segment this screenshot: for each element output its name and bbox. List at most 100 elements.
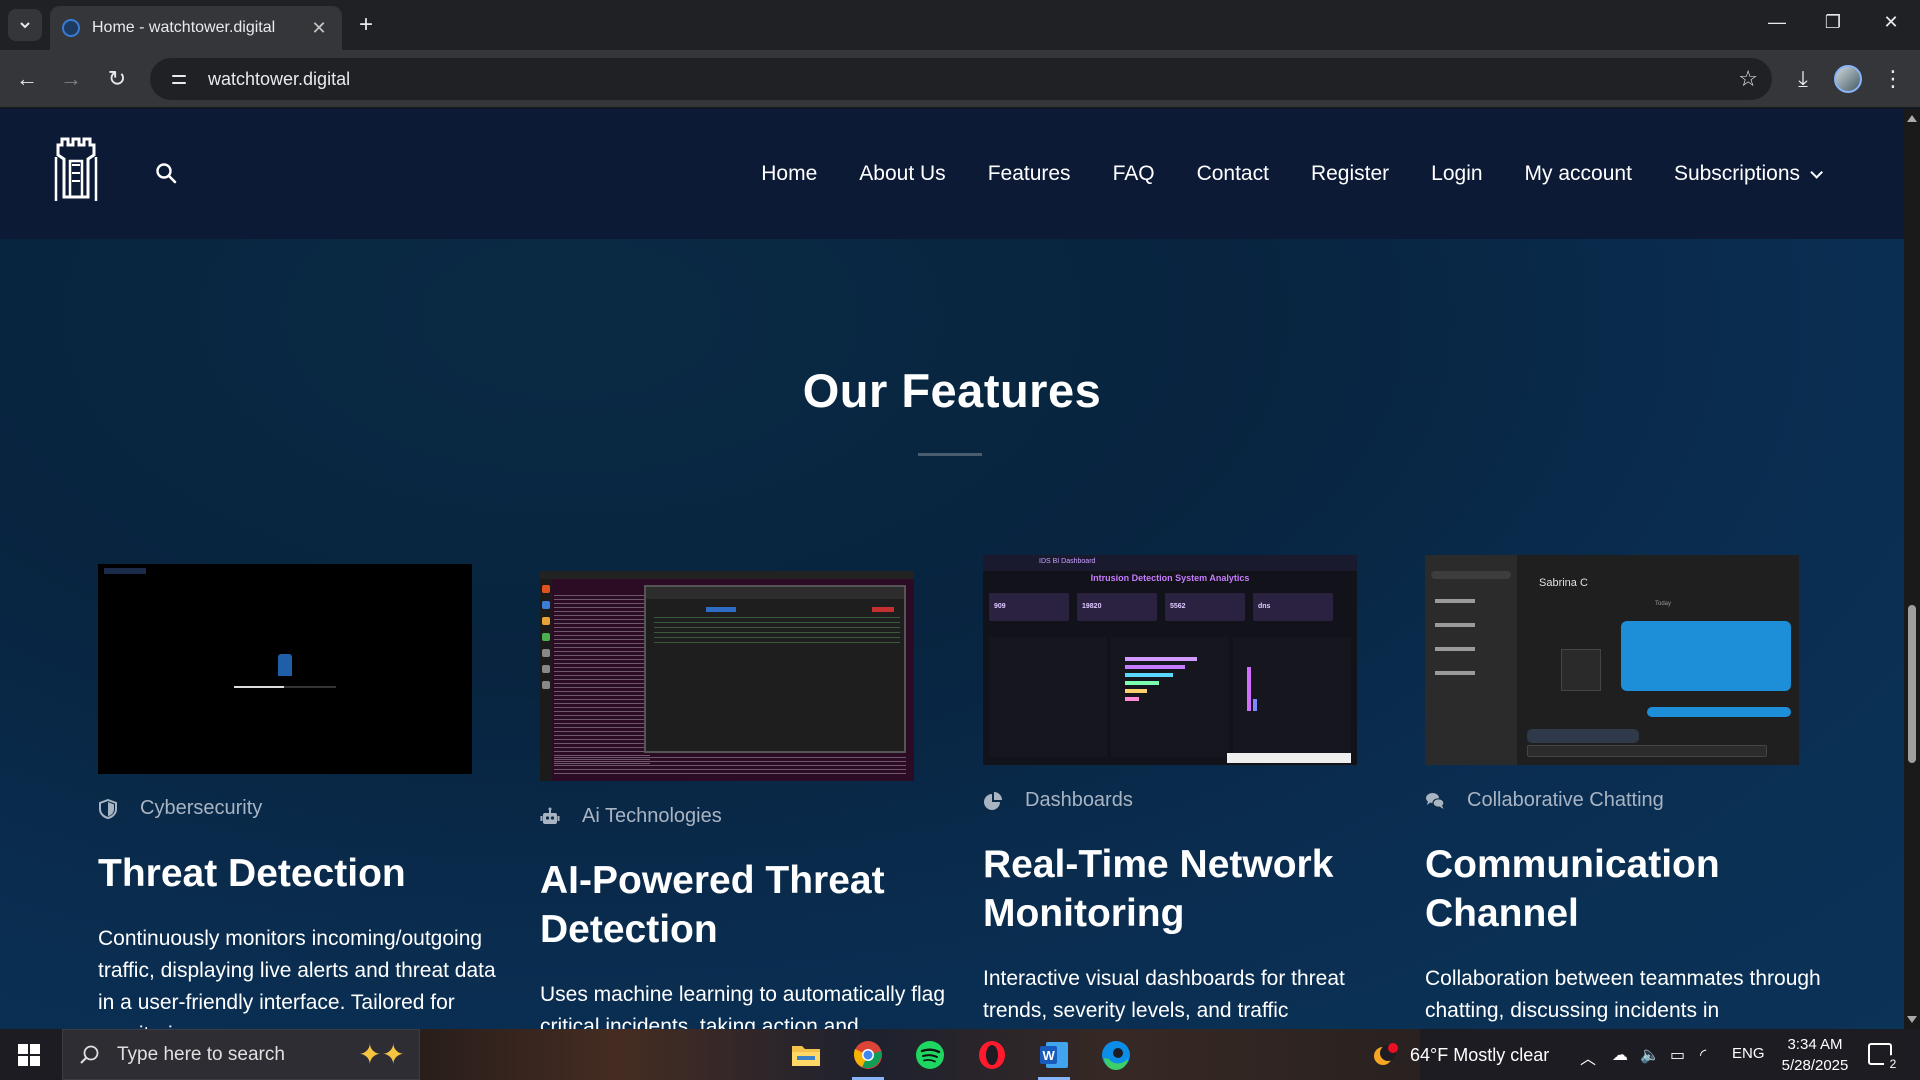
pie-chart-icon bbox=[984, 791, 1002, 810]
profile-avatar[interactable] bbox=[1834, 65, 1862, 93]
feature-title[interactable]: Threat Detection bbox=[98, 849, 498, 898]
volume-icon[interactable]: 🔈 bbox=[1640, 1045, 1660, 1065]
robot-icon bbox=[540, 807, 560, 824]
bookmark-star-icon[interactable]: ☆ bbox=[1738, 66, 1758, 92]
url-text: watchtower.digital bbox=[208, 68, 351, 89]
dashboard-header: IDS BI Dashboard bbox=[1039, 558, 1096, 565]
tab-title: Home - watchtower.digital bbox=[92, 19, 276, 36]
chrome-icon[interactable] bbox=[846, 1035, 890, 1080]
windows-taskbar: Type here to search ✦✦ W 64°F Mostly cle… bbox=[0, 1029, 1920, 1080]
weather-text[interactable]: 64°F Mostly clear bbox=[1410, 1045, 1549, 1066]
feature-category[interactable]: Dashboards bbox=[983, 789, 1133, 812]
section-title: Our Features bbox=[802, 364, 1102, 417]
loading-bar bbox=[234, 686, 336, 688]
scroll-thumb[interactable] bbox=[1908, 605, 1916, 763]
minimize-button[interactable]: — bbox=[1762, 12, 1792, 33]
kpi-value: 909 bbox=[994, 603, 1006, 610]
shield-icon bbox=[99, 798, 117, 819]
reload-button[interactable]: ↻ bbox=[102, 64, 132, 94]
taskbar-search-box[interactable]: Type here to search ✦✦ bbox=[62, 1029, 420, 1080]
windows-start-icon[interactable] bbox=[18, 1044, 40, 1066]
spotify-icon[interactable] bbox=[908, 1035, 952, 1075]
browser-toolbar: ← → ↻ watchtower.digital ☆ ⤓ ⋮ bbox=[0, 50, 1920, 108]
browser-menu-icon[interactable]: ⋮ bbox=[1878, 64, 1908, 94]
feature-title[interactable]: Real-Time Network Monitoring bbox=[983, 840, 1383, 938]
feature-title[interactable]: AI-Powered Threat Detection bbox=[540, 856, 940, 954]
svg-text:W: W bbox=[1043, 1048, 1056, 1063]
forward-button[interactable]: → bbox=[56, 64, 86, 94]
language-indicator[interactable]: ENG bbox=[1732, 1045, 1765, 1062]
weather-icon[interactable] bbox=[1364, 1035, 1408, 1075]
notification-count: 2 bbox=[1884, 1055, 1902, 1073]
feature-description: Interactive visual dashboards for threat… bbox=[983, 967, 1345, 1022]
opera-icon[interactable] bbox=[970, 1035, 1014, 1075]
nav-register[interactable]: Register bbox=[1311, 162, 1389, 186]
taskbar-clock[interactable]: 3:34 AM 5/28/2025 bbox=[1770, 1034, 1860, 1076]
search-icon bbox=[80, 1045, 99, 1064]
page-scrollbar[interactable] bbox=[1904, 109, 1920, 1029]
feature-description: Uses machine learning to automatically f… bbox=[540, 983, 946, 1029]
nav-home[interactable]: Home bbox=[761, 162, 817, 186]
scroll-up-icon[interactable] bbox=[1907, 115, 1917, 122]
chevron-down-icon bbox=[20, 22, 30, 29]
kpi-value: dns bbox=[1258, 603, 1271, 610]
nav-login[interactable]: Login bbox=[1431, 162, 1482, 186]
edge-icon[interactable] bbox=[1094, 1035, 1138, 1075]
dashboard-title: Intrusion Detection System Analytics bbox=[1090, 573, 1250, 583]
kpi-value: 5562 bbox=[1170, 603, 1186, 610]
feature-category[interactable]: Cybersecurity bbox=[98, 797, 262, 820]
browser-tab-bar: Home - watchtower.digital ✕ + — ❐ ✕ bbox=[0, 0, 1920, 50]
watchtower-logo-icon[interactable] bbox=[48, 135, 104, 211]
main-navigation: Home About Us Features FAQ Contact Regis… bbox=[761, 109, 1823, 239]
nav-subscriptions-label: Subscriptions bbox=[1673, 162, 1800, 185]
tray-chevron-up-icon[interactable]: ︿ bbox=[1580, 1045, 1596, 1069]
feature-image-threat-detection[interactable] bbox=[98, 564, 472, 774]
site-info-icon[interactable] bbox=[170, 68, 192, 90]
feature-title[interactable]: Communication Channel bbox=[1425, 840, 1825, 938]
clock-date: 5/28/2025 bbox=[1781, 1057, 1849, 1074]
new-tab-button[interactable]: + bbox=[354, 12, 378, 38]
clock-time: 3:34 AM bbox=[1787, 1036, 1843, 1053]
feature-image-communication-channel[interactable]: Sabrina C Today bbox=[1425, 555, 1799, 765]
feature-image-ai-threat-detection[interactable] bbox=[540, 571, 914, 781]
feature-description: Collaboration between teammates through … bbox=[1425, 967, 1821, 1022]
address-bar[interactable]: watchtower.digital ☆ bbox=[150, 58, 1772, 100]
onedrive-icon[interactable]: ☁ bbox=[1612, 1045, 1628, 1065]
scroll-down-icon[interactable] bbox=[1907, 1016, 1917, 1023]
restore-button[interactable]: ❐ bbox=[1818, 12, 1848, 33]
nav-faq[interactable]: FAQ bbox=[1113, 162, 1155, 186]
nav-features[interactable]: Features bbox=[988, 162, 1071, 186]
nav-contact[interactable]: Contact bbox=[1197, 162, 1269, 186]
browser-tab-active[interactable]: Home - watchtower.digital ✕ bbox=[50, 6, 342, 50]
search-icon[interactable] bbox=[154, 161, 178, 185]
taskbar-search-placeholder: Type here to search bbox=[117, 1043, 285, 1065]
close-tab-icon[interactable]: ✕ bbox=[308, 18, 330, 39]
chat-day-label: Today bbox=[1655, 601, 1672, 607]
loading-logo-icon bbox=[278, 654, 292, 676]
feature-description: Continuously monitors incoming/outgoing … bbox=[98, 927, 496, 1029]
sparkle-icon: ✦✦ bbox=[358, 1039, 405, 1070]
chat-bubbles-icon bbox=[1426, 792, 1445, 809]
features-section: Our Features Cybersecurity Threat Detect… bbox=[0, 239, 1904, 1029]
nav-my-account[interactable]: My account bbox=[1525, 162, 1632, 186]
tab-search-button[interactable] bbox=[8, 9, 42, 41]
close-window-button[interactable]: ✕ bbox=[1876, 12, 1906, 33]
nav-about-us[interactable]: About Us bbox=[859, 162, 945, 186]
feature-category-label: Collaborative Chatting bbox=[1467, 789, 1664, 811]
feature-category-label: Dashboards bbox=[1025, 789, 1133, 811]
title-divider bbox=[918, 453, 982, 456]
wifi-icon[interactable]: ◜ bbox=[1700, 1045, 1706, 1065]
feature-image-network-monitoring[interactable]: IDS BI Dashboard Intrusion Detection Sys… bbox=[983, 555, 1357, 765]
file-explorer-icon[interactable] bbox=[784, 1035, 828, 1075]
chevron-down-icon bbox=[1810, 165, 1823, 179]
threat-app-window bbox=[644, 585, 906, 753]
battery-icon[interactable]: ▭ bbox=[1670, 1045, 1685, 1065]
back-button[interactable]: ← bbox=[12, 64, 42, 94]
feature-category[interactable]: Ai Technologies bbox=[540, 805, 722, 828]
downloads-icon[interactable]: ⤓ bbox=[1788, 64, 1818, 94]
site-favicon-icon bbox=[62, 19, 80, 37]
nav-subscriptions[interactable]: Subscriptions bbox=[1673, 162, 1823, 186]
feature-category[interactable]: Collaborative Chatting bbox=[1425, 789, 1664, 812]
word-icon[interactable]: W bbox=[1032, 1035, 1076, 1080]
kpi-value: 19820 bbox=[1082, 603, 1102, 610]
